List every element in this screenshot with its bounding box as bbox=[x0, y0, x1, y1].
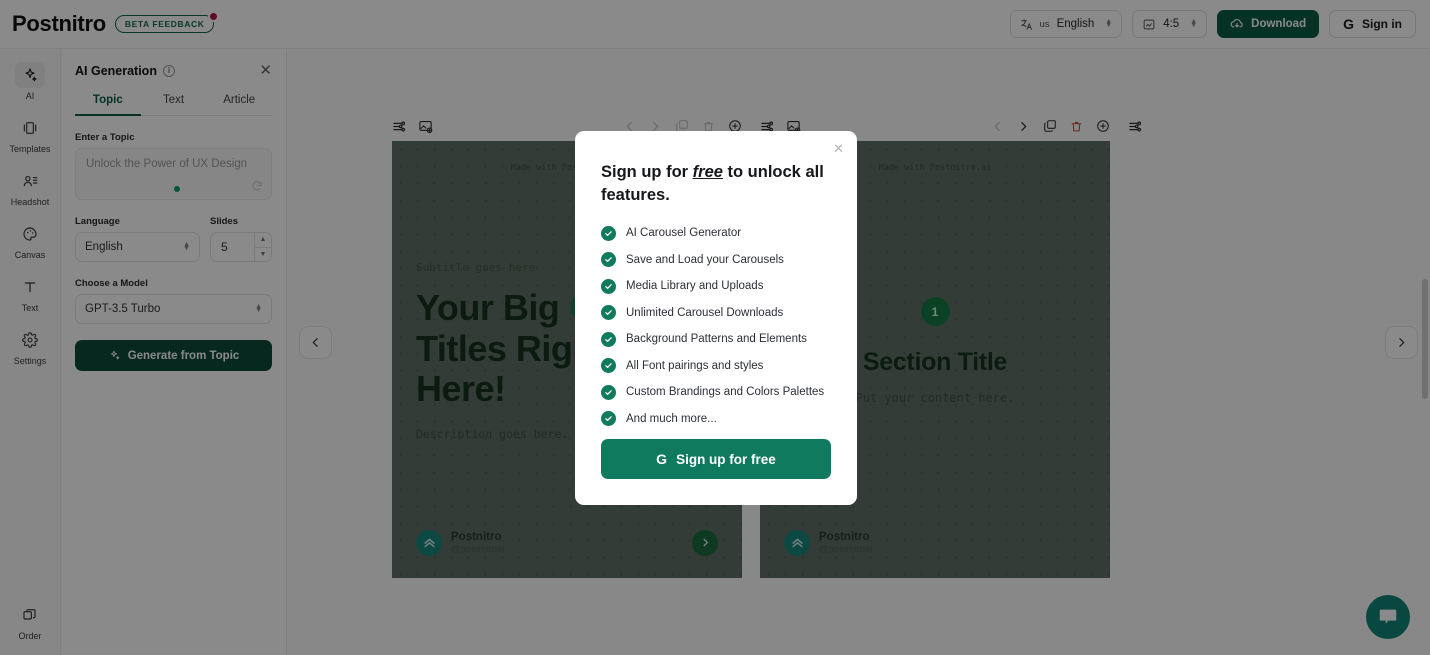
app-root: Postnitro BETA FEEDBACK us English ▲ ▼ 4:… bbox=[0, 0, 1430, 655]
check-icon bbox=[601, 225, 616, 241]
check-icon bbox=[601, 278, 616, 294]
feature-label: Unlimited Carousel Downloads bbox=[626, 306, 784, 319]
feature-item: Custom Brandings and Colors Palettes bbox=[601, 384, 831, 400]
feature-label: Save and Load your Carousels bbox=[626, 253, 784, 266]
check-icon bbox=[601, 305, 616, 321]
feature-label: Custom Brandings and Colors Palettes bbox=[626, 386, 825, 399]
google-icon: G bbox=[656, 451, 668, 468]
feature-item: Save and Load your Carousels bbox=[601, 252, 831, 268]
check-icon bbox=[601, 331, 616, 347]
feature-item: And much more... bbox=[601, 411, 831, 427]
signup-free-label: Sign up for free bbox=[676, 451, 776, 467]
check-icon bbox=[601, 358, 616, 374]
feature-item: Background Patterns and Elements bbox=[601, 331, 831, 347]
modal-heading-free: free bbox=[692, 163, 723, 181]
check-icon bbox=[601, 411, 616, 427]
feature-label: All Font pairings and styles bbox=[626, 359, 764, 372]
modal-heading-before: Sign up for bbox=[601, 163, 693, 181]
feature-item: Media Library and Uploads bbox=[601, 278, 831, 294]
feature-item: AI Carousel Generator bbox=[601, 225, 831, 241]
feature-label: AI Carousel Generator bbox=[626, 227, 742, 240]
feature-item: All Font pairings and styles bbox=[601, 358, 831, 374]
modal-heading: Sign up for free to unlock all features. bbox=[601, 161, 831, 208]
feature-label: And much more... bbox=[626, 412, 717, 425]
feature-item: Unlimited Carousel Downloads bbox=[601, 305, 831, 321]
close-modal-icon[interactable]: ✕ bbox=[833, 141, 844, 157]
check-icon bbox=[601, 252, 616, 268]
feature-label: Background Patterns and Elements bbox=[626, 333, 807, 346]
feature-label: Media Library and Uploads bbox=[626, 280, 764, 293]
check-icon bbox=[601, 384, 616, 400]
signup-free-button[interactable]: G Sign up for free bbox=[601, 439, 831, 480]
signup-modal: ✕ Sign up for free to unlock all feature… bbox=[575, 131, 857, 506]
